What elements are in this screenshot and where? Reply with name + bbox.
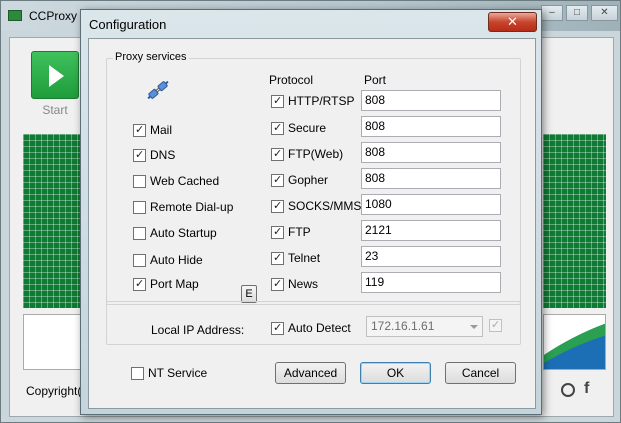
ftp-port-field[interactable]: 2121 [361, 220, 501, 241]
ip-option-checkbox[interactable] [489, 318, 502, 332]
ftp-checkbox[interactable]: FTP [271, 225, 311, 239]
telnet-label: Telnet [288, 251, 321, 265]
ftp-web-checkbox[interactable]: FTP(Web) [271, 147, 343, 161]
configuration-dialog: Configuration ✕ Proxy services Protocol … [80, 9, 542, 415]
remote-dialup-label: Remote Dial-up [150, 200, 234, 214]
ip-address-value: 172.16.1.61 [371, 319, 435, 333]
auto-detect-checkbox[interactable]: Auto Detect [271, 321, 351, 335]
auto-detect-label: Auto Detect [288, 321, 351, 335]
chart-graphic [544, 323, 605, 369]
secure-checkbox[interactable]: Secure [271, 121, 326, 135]
local-ip-label: Local IP Address: [151, 323, 245, 337]
news-port-field[interactable]: 119 [361, 272, 501, 293]
main-close-button[interactable]: ✕ [591, 5, 618, 21]
news-label: News [288, 277, 319, 291]
news-checkbox[interactable]: News [271, 277, 318, 291]
checkbox-box [271, 225, 284, 239]
auto-hide-checkbox[interactable]: Auto Hide [133, 253, 203, 267]
port-header: Port [364, 73, 387, 87]
http-rtsp-label: HTTP/RTSP [288, 94, 355, 108]
dns-checkbox[interactable]: DNS [133, 148, 175, 162]
ftp-web-label: FTP(Web) [288, 147, 344, 161]
ftp-web-port-field[interactable]: 808 [361, 142, 501, 163]
auto-hide-label: Auto Hide [150, 253, 203, 267]
chart-panel [543, 314, 606, 370]
checkbox-box [271, 94, 284, 108]
checkbox-box [133, 148, 146, 162]
proxy-services-legend: Proxy services [113, 51, 189, 63]
ok-button[interactable]: OK [360, 362, 431, 384]
http-rtsp-port-field[interactable]: 808 [361, 90, 501, 111]
log-panel [23, 314, 83, 370]
checkbox-box [133, 226, 146, 240]
checkbox-box [271, 147, 284, 161]
dns-label: DNS [150, 148, 176, 162]
maximize-button[interactable]: □ [566, 5, 588, 21]
checkbox-box [133, 174, 146, 188]
protocol-header: Protocol [269, 73, 314, 87]
app-icon [8, 10, 22, 21]
mail-checkbox[interactable]: Mail [133, 123, 172, 137]
checkbox-box [271, 251, 284, 265]
socks-mms-checkbox[interactable]: SOCKS/MMS [271, 199, 361, 213]
checkbox-box [133, 253, 146, 267]
checkbox-box [133, 123, 146, 137]
cancel-button[interactable]: Cancel [445, 362, 516, 384]
http-rtsp-checkbox[interactable]: HTTP/RTSP [271, 94, 354, 108]
nt-service-checkbox[interactable]: NT Service [131, 366, 207, 380]
dialog-client-area: Proxy services Protocol Port Mail DNS [88, 38, 536, 409]
dialog-title: Configuration [89, 17, 167, 32]
start-button[interactable] [31, 51, 79, 99]
auto-startup-checkbox[interactable]: Auto Startup [133, 226, 217, 240]
port-map-checkbox[interactable]: Port Map [133, 277, 199, 291]
telnet-port-field[interactable]: 23 [361, 246, 501, 267]
mail-label: Mail [150, 123, 173, 137]
ftp-label: FTP [288, 225, 311, 239]
minimize-button[interactable]: – [541, 5, 563, 21]
port-map-label: Port Map [150, 277, 199, 291]
info-icon[interactable] [561, 383, 575, 397]
web-cached-checkbox[interactable]: Web Cached [133, 174, 219, 188]
checkbox-box [271, 173, 284, 187]
socks-mms-label: SOCKS/MMS [288, 199, 362, 213]
nt-service-label: NT Service [148, 366, 208, 380]
facebook-icon[interactable]: f [584, 380, 589, 398]
auto-startup-label: Auto Startup [150, 226, 217, 240]
dialog-close-button[interactable]: ✕ [488, 12, 537, 32]
gopher-label: Gopher [288, 173, 329, 187]
checkbox-box [271, 277, 284, 291]
checkbox-box [271, 199, 284, 213]
plug-icon [147, 80, 169, 100]
chevron-down-icon [470, 325, 478, 329]
gopher-checkbox[interactable]: Gopher [271, 173, 328, 187]
play-icon [49, 65, 64, 87]
ip-address-select[interactable]: 172.16.1.61 [366, 316, 483, 337]
checkbox-box [271, 121, 284, 135]
remote-dialup-checkbox[interactable]: Remote Dial-up [133, 200, 233, 214]
checkbox-box [133, 277, 146, 291]
secure-label: Secure [288, 121, 327, 135]
checkbox-box [271, 321, 284, 335]
web-cached-label: Web Cached [150, 174, 220, 188]
traffic-grid-right [543, 134, 606, 308]
checkbox-box [133, 200, 146, 214]
socks-mms-port-field[interactable]: 1080 [361, 194, 501, 215]
checkbox-box [131, 366, 144, 380]
start-label: Start [42, 103, 68, 117]
secure-port-field[interactable]: 808 [361, 116, 501, 137]
gopher-port-field[interactable]: 808 [361, 168, 501, 189]
main-window-title: CCProxy 8 [29, 9, 88, 23]
advanced-button[interactable]: Advanced [275, 362, 346, 384]
telnet-checkbox[interactable]: Telnet [271, 251, 320, 265]
